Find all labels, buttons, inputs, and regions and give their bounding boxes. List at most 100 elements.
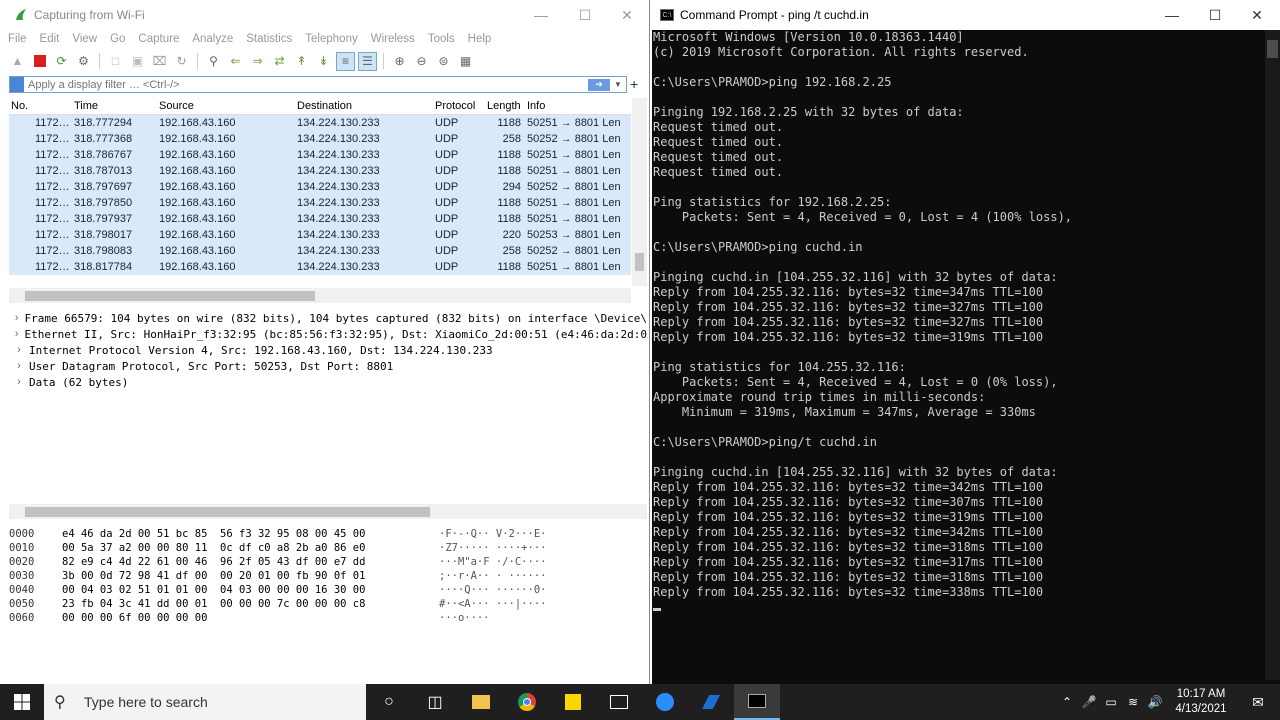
- col-header-time[interactable]: Time: [74, 100, 159, 112]
- cmd-minimize-button[interactable]: —: [1149, 0, 1195, 30]
- menu-telephony[interactable]: Telephony: [305, 33, 357, 45]
- hex-row[interactable]: 0010 00 5a 37 a2 00 00 80 11 0c df c0 a8 …: [9, 542, 647, 556]
- table-row[interactable]: 1172… 318.777368 192.168.43.160 134.224.130…: [9, 131, 631, 147]
- scrollbar-thumb[interactable]: [25, 506, 430, 517]
- detail-row-frame[interactable]: › Frame 66579: 104 bytes on wire (832 bit…: [9, 310, 647, 326]
- stop-capture-icon[interactable]: [30, 52, 49, 71]
- zoom-reset-icon[interactable]: ⊜: [434, 52, 453, 71]
- display-filter-bar[interactable]: ➜ ▼: [9, 76, 627, 93]
- apply-filter-arrow-icon[interactable]: ➜: [588, 78, 610, 91]
- chrome-icon[interactable]: [504, 684, 550, 720]
- detail-row-udp[interactable]: › User Datagram Protocol, Src Port: 50253…: [9, 358, 647, 374]
- display-filter-input[interactable]: [28, 78, 588, 91]
- detail-row-data[interactable]: › Data (62 bytes): [9, 374, 647, 390]
- table-row[interactable]: 1172… 318.787013 192.168.43.160 134.224.130…: [9, 163, 631, 179]
- menu-statistics[interactable]: Statistics: [246, 33, 292, 45]
- go-to-packet-icon[interactable]: ⇄: [270, 52, 289, 71]
- packet-list-scrollbar[interactable]: [632, 98, 647, 286]
- col-header-no[interactable]: No.: [9, 100, 74, 112]
- autoscroll-icon[interactable]: ≡: [336, 51, 355, 71]
- resize-columns-icon[interactable]: ▦: [456, 52, 475, 71]
- hex-row[interactable]: 0050 23 fb 04 3c 41 dd 00 01 00 00 00 7c …: [9, 598, 647, 612]
- cortana-icon[interactable]: ○: [366, 684, 412, 720]
- table-row[interactable]: 1172… 318.777294 192.168.43.160 134.224.130…: [9, 115, 631, 131]
- hex-row[interactable]: 0060 00 00 00 6f 00 00 00 00 ···o····: [9, 612, 647, 626]
- first-packet-icon[interactable]: ↟: [292, 52, 311, 71]
- col-header-length[interactable]: Length: [487, 100, 527, 112]
- wifi-icon[interactable]: ≋: [1122, 695, 1144, 709]
- hex-row[interactable]: 0040 00 04 03 02 51 01 01 00 04 03 00 00 …: [9, 584, 647, 598]
- cmd-maximize-button[interactable]: ☐: [1192, 0, 1238, 30]
- close-file-icon[interactable]: ⌧: [150, 52, 169, 71]
- col-header-source[interactable]: Source: [159, 100, 297, 112]
- volume-icon[interactable]: 🔊: [1144, 695, 1166, 709]
- bookmark-filter-icon[interactable]: [10, 77, 24, 92]
- notification-icon[interactable]: ✉: [1236, 694, 1280, 711]
- hex-row[interactable]: 0020 82 e9 c4 4d 22 61 00 46 96 2f 05 43 …: [9, 556, 647, 570]
- menu-view[interactable]: View: [72, 33, 97, 45]
- detail-row-ethernet[interactable]: › Ethernet II, Src: HonHaiPr_f3:32:95 (bc…: [9, 326, 647, 342]
- menu-edit[interactable]: Edit: [40, 33, 60, 45]
- find-packet-icon[interactable]: ⚲: [204, 52, 223, 71]
- go-back-icon[interactable]: ⇐: [226, 52, 245, 71]
- maximize-button[interactable]: ☐: [562, 0, 608, 30]
- photos-icon[interactable]: [596, 684, 642, 720]
- table-row[interactable]: 1172… 318.798083 192.168.43.160 134.224.130…: [9, 243, 631, 259]
- chevron-right-icon[interactable]: ›: [9, 328, 24, 340]
- restart-capture-icon[interactable]: ⟳: [52, 52, 71, 71]
- scrollbar-thumb[interactable]: [635, 253, 644, 271]
- col-header-info[interactable]: Info: [527, 100, 631, 112]
- chevron-right-icon[interactable]: ›: [9, 312, 24, 324]
- clock[interactable]: 10:17 AM 4/13/2021: [1166, 687, 1236, 717]
- cmd-close-button[interactable]: ✕: [1234, 0, 1280, 30]
- zoom-in-icon[interactable]: ⊕: [390, 52, 409, 71]
- taskbar-search-box[interactable]: ⚲ Type here to search: [44, 684, 366, 720]
- colorize-icon[interactable]: ☰: [358, 51, 377, 71]
- zoom-app-icon[interactable]: [642, 684, 688, 720]
- col-header-protocol[interactable]: Protocol: [435, 100, 487, 112]
- menu-analyze[interactable]: Analyze: [192, 33, 233, 45]
- task-view-icon[interactable]: ◫: [412, 684, 458, 720]
- start-button[interactable]: [0, 684, 44, 720]
- cmd-scrollbar[interactable]: [1265, 30, 1280, 680]
- capture-options-gear-icon[interactable]: ⚙: [74, 52, 93, 71]
- close-button[interactable]: ✕: [604, 0, 650, 30]
- menu-go[interactable]: Go: [110, 33, 125, 45]
- col-header-destination[interactable]: Destination: [297, 100, 435, 112]
- menu-help[interactable]: Help: [468, 33, 492, 45]
- add-filter-button[interactable]: +: [630, 76, 638, 92]
- open-file-icon[interactable]: □: [106, 52, 125, 71]
- menu-file[interactable]: File: [8, 33, 27, 45]
- command-prompt-taskbar-icon[interactable]: [734, 684, 780, 720]
- chevron-up-icon[interactable]: ⌃: [1056, 695, 1078, 709]
- start-capture-fin-icon[interactable]: ▲: [8, 52, 27, 71]
- last-packet-icon[interactable]: ↡: [314, 52, 333, 71]
- detail-row-ip[interactable]: › Internet Protocol Version 4, Src: 192.1…: [9, 342, 647, 358]
- hex-row[interactable]: 0030 3b 00 0d 72 98 41 df 00 00 20 01 00 …: [9, 570, 647, 584]
- chevron-right-icon[interactable]: ›: [9, 376, 29, 388]
- chevron-right-icon[interactable]: ›: [9, 344, 29, 356]
- menu-tools[interactable]: Tools: [428, 33, 455, 45]
- packet-list-hscrollbar[interactable]: [9, 288, 631, 303]
- menu-capture[interactable]: Capture: [138, 33, 179, 45]
- menu-wireless[interactable]: Wireless: [371, 33, 415, 45]
- go-forward-icon[interactable]: ⇒: [248, 52, 267, 71]
- wireshark-taskbar-icon[interactable]: [688, 684, 734, 720]
- table-row[interactable]: 1172… 318.798017 192.168.43.160 134.224.130…: [9, 227, 631, 243]
- minimize-button[interactable]: —: [518, 0, 564, 30]
- file-explorer-icon[interactable]: [458, 684, 504, 720]
- table-row[interactable]: 1172… 318.797937 192.168.43.160 134.224.130…: [9, 211, 631, 227]
- scrollbar-thumb[interactable]: [1267, 40, 1278, 58]
- hex-row[interactable]: 0000 e4 46 da 2d 00 51 bc 85 56 f3 32 95 …: [9, 528, 647, 542]
- table-row[interactable]: 1172… 318.797697 192.168.43.160 134.224.130…: [9, 179, 631, 195]
- save-file-icon[interactable]: ▣: [128, 52, 147, 71]
- battery-icon[interactable]: ▭: [1100, 695, 1122, 709]
- table-row[interactable]: 1172… 318.817784 192.168.43.160 134.224.130…: [9, 259, 631, 275]
- chevron-right-icon[interactable]: ›: [9, 360, 29, 372]
- details-hscrollbar[interactable]: [9, 504, 647, 519]
- scrollbar-thumb[interactable]: [25, 290, 315, 301]
- table-row[interactable]: 1172… 318.786767 192.168.43.160 134.224.130…: [9, 147, 631, 163]
- microphone-icon[interactable]: 🎤: [1078, 695, 1100, 709]
- sticky-notes-icon[interactable]: [550, 684, 596, 720]
- cmd-output[interactable]: Microsoft Windows [Version 10.0.18363.14…: [653, 30, 1265, 680]
